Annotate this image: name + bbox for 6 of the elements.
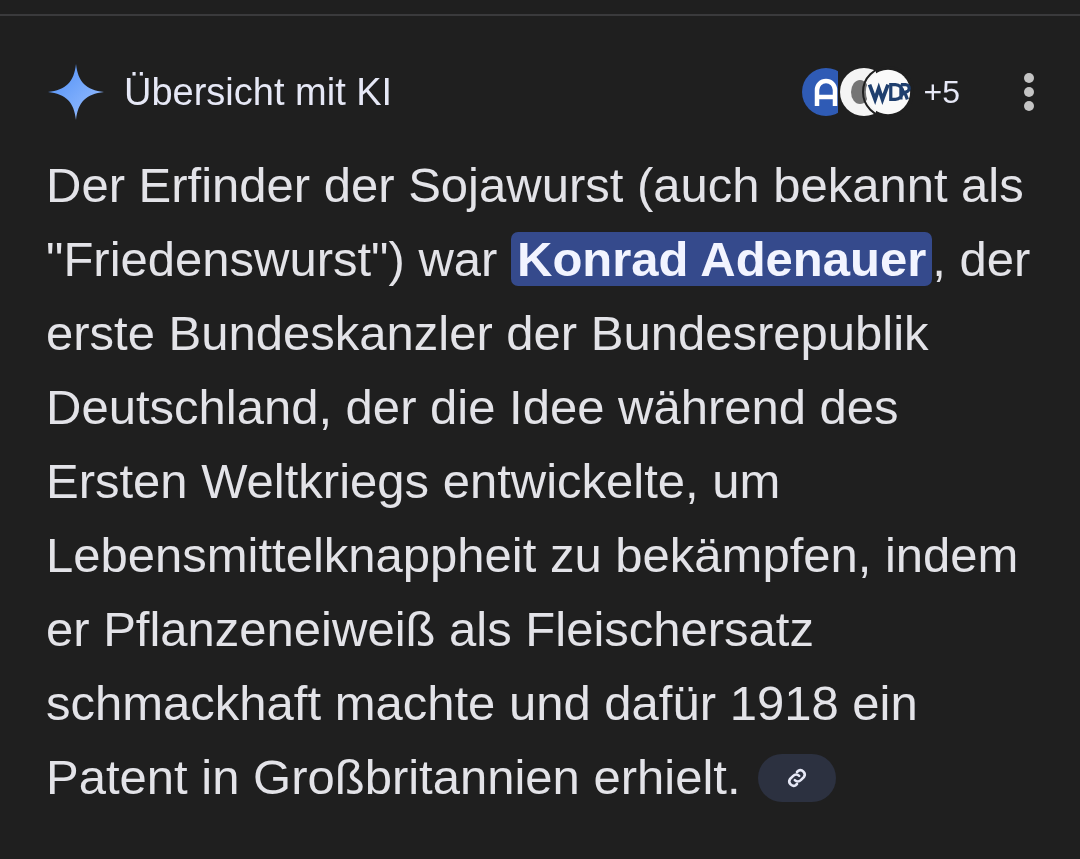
broadcaster-logo-icon[interactable] — [861, 66, 914, 118]
link-button[interactable] — [758, 754, 836, 802]
overview-title: Übersicht mit KI — [124, 70, 394, 114]
answer-text: Der Erfinder der Sojawurst (auch bekannt als "Friedenswurst") war Konrad Adenauer, der erste Bundeskanzler der Bundesrepublik Deutschland, der die Idee während des Ersten Weltkriegs entwickelte, um Lebensmittelknappheit zu bekämpfen, indem er Pflanzeneiweiß als Fleischersatz schmackhaft machte und dafür 1918 ein Patent in Großbritannien erhielt. — [46, 157, 1032, 806]
more-sources-count[interactable]: +5 — [923, 73, 960, 111]
more-options-icon[interactable] — [1022, 72, 1036, 112]
